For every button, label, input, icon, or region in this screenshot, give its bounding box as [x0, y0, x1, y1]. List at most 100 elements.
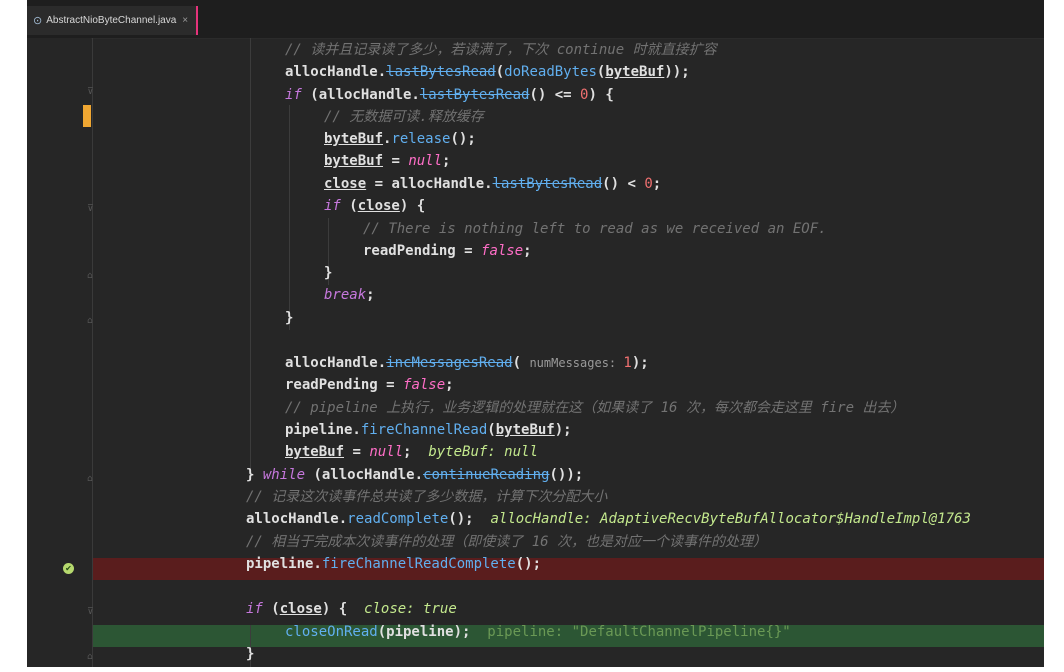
code-line[interactable]: allocHandle.lastBytesRead(doReadBytes(by… [285, 61, 690, 84]
code-line[interactable]: closeOnRead(pipeline); pipeline: "Defaul… [285, 621, 791, 644]
code-token: incMessagesRead [386, 355, 513, 371]
code-token: byteBuf [605, 64, 665, 80]
code-token: false [403, 377, 446, 393]
code-editor: ⊙ AbstractNioByteChannel.java × ⊽ ⊽ ⌂ ⌂ … [27, 0, 1044, 667]
code-token: ; [366, 287, 375, 303]
fold-icon[interactable]: ⌂ [87, 653, 95, 662]
code-token: close [279, 601, 322, 617]
code-comment: // 无数据可读.释放缓存 [324, 109, 484, 125]
code-line[interactable]: readPending = false; [285, 374, 454, 397]
code-token: = [344, 444, 370, 460]
code-comment: // 相当于完成本次读事件的处理（即使读了 16 次，也是对应一个读事件的处理） [246, 534, 767, 550]
parameter-hint: numMessages: [529, 356, 624, 370]
code-token: ) { [588, 87, 614, 103]
debug-value-hint: pipeline: "DefaultChannelPipeline{}" [487, 624, 791, 640]
code-line[interactable]: byteBuf = null; [324, 150, 450, 173]
code-line[interactable]: pipeline.fireChannelRead(byteBuf); [285, 419, 572, 442]
code-token: (allocHandle. [301, 87, 420, 103]
code-token: ( [512, 355, 530, 371]
code-token: ( [262, 601, 280, 617]
code-token: )); [664, 64, 690, 80]
code-token: readPending = [285, 377, 404, 393]
code-line[interactable]: // 记录这次读事件总共读了多少数据，计算下次分配大小 [246, 486, 607, 509]
code-token: (); [448, 511, 491, 527]
code-line[interactable]: allocHandle.readComplete(); allocHandle:… [246, 508, 971, 531]
code-token: (); [450, 131, 476, 147]
code-line[interactable]: if (close) { close: true [246, 598, 457, 621]
code-token: allocHandle. [285, 64, 387, 80]
code-token: fireChannelRead [360, 422, 488, 438]
code-token: ( [340, 198, 358, 214]
code-token: null [369, 444, 404, 460]
code-line[interactable]: byteBuf = null; byteBuf: null [285, 441, 538, 464]
code-line[interactable]: byteBuf.release(); [324, 128, 476, 151]
code-token: ) { [321, 601, 365, 617]
tab-bar: ⊙ AbstractNioByteChannel.java × [27, 0, 1044, 39]
code-comment: // There is nothing left to read as we r… [363, 221, 827, 237]
code-line[interactable]: // pipeline 上执行，业务逻辑的处理就在这（如果读了 16 次，每次都… [285, 397, 904, 420]
code-line[interactable]: // 相当于完成本次读事件的处理（即使读了 16 次，也是对应一个读事件的处理） [246, 531, 767, 554]
code-comment: // pipeline 上执行，业务逻辑的处理就在这（如果读了 16 次，每次都… [285, 400, 905, 416]
code-token: ( [487, 422, 496, 438]
code-token: lastBytesRead [419, 87, 530, 103]
code-line[interactable]: // There is nothing left to read as we r… [363, 218, 827, 241]
code-token: ); [554, 422, 572, 438]
breakpoint-line-highlight [93, 558, 1044, 580]
fold-icon[interactable]: ⌂ [87, 272, 95, 281]
line-gutter[interactable] [27, 38, 91, 667]
code-token: (pipeline); [377, 624, 488, 640]
code-token: pipeline. [246, 556, 322, 572]
code-line[interactable]: allocHandle.incMessagesRead( numMessages… [285, 352, 649, 375]
code-token: ; [652, 176, 662, 192]
code-line[interactable]: readPending = false; [363, 240, 532, 263]
breakpoint-check-icon[interactable]: ✔ [63, 563, 74, 574]
code-token: lastBytesRead [492, 176, 603, 192]
code-token: ()); [549, 467, 584, 483]
code-token: allocHandle. [285, 355, 387, 371]
code-line[interactable]: } [246, 643, 254, 666]
code-token: closeOnRead [285, 624, 378, 640]
code-line[interactable]: } while (allocHandle.continueReading()); [246, 464, 583, 487]
debug-value-hint: byteBuf: null [428, 444, 538, 460]
debug-value-hint: close: true [364, 601, 457, 617]
code-token: release [391, 131, 451, 147]
code-token: pipeline. [285, 422, 361, 438]
code-token: = allocHandle. [366, 176, 493, 192]
code-token: byteBuf [324, 131, 384, 147]
code-token: byteBuf [324, 153, 384, 169]
code-line[interactable]: // 读并且记录读了多少，若读满了，下次 continue 时就直接扩容 [285, 39, 717, 62]
code-token: = [383, 153, 409, 169]
code-token: } [246, 467, 263, 483]
fold-icon[interactable]: ⌂ [87, 317, 95, 326]
code-token: allocHandle. [246, 511, 348, 527]
code-line[interactable]: } [285, 307, 293, 330]
code-line[interactable]: // 无数据可读.释放缓存 [324, 106, 484, 129]
code-line[interactable]: } [324, 262, 332, 285]
code-line[interactable]: if (close) { [324, 195, 425, 218]
code-line[interactable]: if (allocHandle.lastBytesRead() <= 0) { [285, 84, 614, 107]
code-token: lastBytesRead [386, 64, 496, 80]
code-line[interactable]: close = allocHandle.lastBytesRead() < 0; [324, 173, 661, 196]
code-token: () < [602, 176, 645, 192]
code-token: byteBuf [495, 422, 555, 438]
code-token: readPending = [363, 243, 482, 259]
code-token: close [357, 198, 400, 214]
code-token: continueReading [423, 467, 550, 483]
code-comment: // 记录这次读事件总共读了多少数据，计算下次分配大小 [246, 489, 608, 505]
bookmark-marker[interactable] [83, 105, 91, 127]
code-token: } [246, 646, 255, 662]
fold-icon[interactable]: ⊽ [87, 608, 95, 617]
code-line[interactable]: pipeline.fireChannelReadComplete(); [246, 553, 541, 576]
fold-icon[interactable]: ⊽ [87, 88, 95, 97]
fold-icon[interactable]: ⊽ [87, 205, 95, 214]
code-line[interactable]: break; [324, 284, 375, 307]
close-icon[interactable]: × [182, 15, 188, 26]
code-token: 1 [623, 355, 632, 371]
code-token: (); [515, 556, 542, 572]
indent-guide [250, 38, 251, 473]
code-token: ; [445, 377, 454, 393]
fold-icon[interactable]: ⌂ [87, 475, 95, 484]
code-comment: // 读并且记录读了多少，若读满了，下次 continue 时就直接扩容 [285, 42, 717, 58]
editor-tab[interactable]: ⊙ AbstractNioByteChannel.java × [27, 6, 199, 35]
code-token: (allocHandle. [305, 467, 424, 483]
